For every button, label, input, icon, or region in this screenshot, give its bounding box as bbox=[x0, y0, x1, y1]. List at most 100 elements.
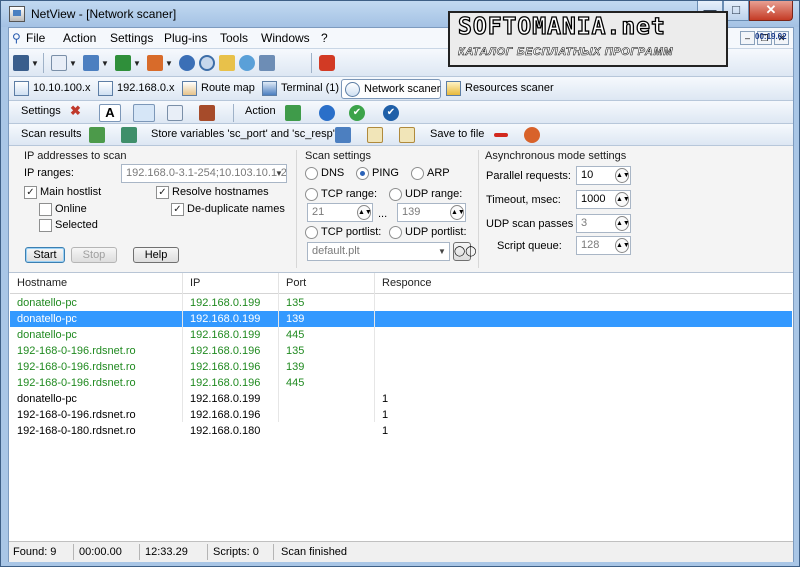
table-row[interactable]: 192-168-0-196.rdsnet.ro 192.168.0.196 135 bbox=[10, 343, 792, 359]
chevron-down-icon[interactable]: ▼ bbox=[272, 165, 286, 182]
tab-network-scaner[interactable]: Network scaner bbox=[341, 79, 441, 99]
spin-icon[interactable]: ▲▼ bbox=[615, 216, 630, 231]
tab-label: Terminal (1) bbox=[281, 82, 340, 94]
timeout-input[interactable]: 1000 ▲▼ bbox=[576, 190, 631, 209]
online-checkbox[interactable] bbox=[39, 203, 52, 216]
selected-checkbox[interactable] bbox=[39, 219, 52, 232]
ip-ranges-input[interactable]: 192.168.0-3.1-254;10.103.10.1-254 ▼ bbox=[121, 164, 287, 183]
mdi-minimize-button[interactable]: – bbox=[740, 31, 755, 45]
remove-icon[interactable] bbox=[494, 133, 508, 137]
table-row[interactable]: 192-168-0-180.rdsnet.ro 192.168.0.180 1 bbox=[10, 423, 792, 439]
arp-radio[interactable] bbox=[411, 167, 424, 180]
chevron-down-icon[interactable]: ▼ bbox=[435, 243, 449, 260]
chevron-down-icon[interactable]: ▼ bbox=[165, 59, 173, 68]
folder-icon[interactable] bbox=[219, 55, 235, 71]
cell-ip: 192.168.0.196 bbox=[190, 361, 261, 373]
spin-icon[interactable]: ▲▼ bbox=[450, 205, 465, 220]
menu-windows[interactable]: Windows bbox=[261, 31, 310, 45]
search-icon[interactable] bbox=[199, 55, 215, 71]
route-icon[interactable] bbox=[147, 55, 163, 71]
refresh-icon[interactable] bbox=[319, 105, 335, 121]
network-icon[interactable] bbox=[115, 55, 131, 71]
grid-icon[interactable] bbox=[133, 104, 155, 122]
tab-route-map[interactable]: Route map bbox=[179, 79, 255, 99]
list-icon[interactable] bbox=[259, 55, 275, 71]
client-area: ⚲ File Action Settings Plug-ins Tools Wi… bbox=[8, 27, 794, 562]
terminal-icon[interactable] bbox=[335, 127, 351, 143]
cell-hostname: 192-168-0-196.rdsnet.ro bbox=[17, 377, 136, 389]
menu-action[interactable]: Action bbox=[63, 31, 96, 45]
terminal-icon bbox=[262, 81, 277, 96]
column-ip[interactable]: IP bbox=[190, 277, 200, 289]
network-scan-icon[interactable] bbox=[285, 105, 301, 121]
menu-plugins[interactable]: Plug-ins bbox=[164, 31, 207, 45]
table-row[interactable]: 192-168-0-196.rdsnet.ro 192.168.0.196 1 bbox=[10, 407, 792, 423]
chevron-down-icon[interactable]: ▼ bbox=[101, 59, 109, 68]
table-row[interactable]: 192-168-0-196.rdsnet.ro 192.168.0.196 445 bbox=[10, 375, 792, 391]
udp-range-radio[interactable] bbox=[389, 188, 402, 201]
note-icon[interactable] bbox=[399, 127, 415, 143]
table-row[interactable]: 192-168-0-196.rdsnet.ro 192.168.0.196 139 bbox=[10, 359, 792, 375]
spin-icon[interactable]: ▲▼ bbox=[615, 168, 630, 183]
column-hostname[interactable]: Hostname bbox=[17, 277, 67, 289]
script-queue-input[interactable]: 128 ▲▼ bbox=[576, 236, 631, 255]
table-row[interactable]: donatello-pc 192.168.0.199 139 bbox=[10, 311, 792, 327]
udp-portlist-radio[interactable] bbox=[389, 226, 402, 239]
computer-icon[interactable] bbox=[13, 55, 29, 71]
network-icon[interactable] bbox=[121, 127, 137, 143]
column-divider bbox=[374, 294, 375, 422]
cell-port: 445 bbox=[286, 329, 305, 341]
portlist-select[interactable]: default.plt ▼ bbox=[307, 242, 450, 261]
udp-passes-input[interactable]: 3 ▲▼ bbox=[576, 214, 631, 233]
globe-icon[interactable] bbox=[179, 55, 195, 71]
tab-192-168-0-x[interactable]: 192.168.0.x bbox=[95, 79, 175, 99]
tools-icon[interactable] bbox=[199, 105, 215, 121]
resolve-hostnames-checkbox[interactable]: ✓ bbox=[156, 186, 169, 199]
ping-radio[interactable] bbox=[356, 167, 369, 180]
chevron-down-icon[interactable]: ▼ bbox=[133, 59, 141, 68]
checkmark-icon[interactable]: ✔ bbox=[349, 105, 365, 121]
dns-radio[interactable] bbox=[305, 167, 318, 180]
table-row[interactable]: donatello-pc 192.168.0.199 445 bbox=[10, 327, 792, 343]
menu-file[interactable]: File bbox=[26, 31, 45, 45]
spin-icon[interactable]: ▲▼ bbox=[615, 238, 630, 253]
document-icon[interactable] bbox=[51, 55, 67, 71]
browse-portlist-button[interactable]: ◯◯ bbox=[453, 242, 476, 261]
parallel-requests-input[interactable]: 10 ▲▼ bbox=[576, 166, 631, 185]
tab-resources-scaner[interactable]: Resources scaner bbox=[443, 79, 554, 99]
terminal-icon[interactable] bbox=[83, 55, 99, 71]
chevron-down-icon[interactable]: ▼ bbox=[31, 59, 39, 68]
tcp-range-radio[interactable] bbox=[305, 188, 318, 201]
start-button[interactable]: Start bbox=[25, 247, 65, 263]
export-icon[interactable] bbox=[89, 127, 105, 143]
table-row[interactable]: donatello-pc 192.168.0.199 1 bbox=[10, 391, 792, 407]
note-icon[interactable] bbox=[367, 127, 383, 143]
spin-icon[interactable]: ▲▼ bbox=[357, 205, 372, 220]
window-icon[interactable] bbox=[167, 105, 183, 121]
udp-range-input[interactable]: 139 ▲▼ bbox=[397, 203, 466, 222]
menu-help[interactable]: ? bbox=[321, 31, 328, 45]
power-icon[interactable] bbox=[319, 55, 335, 71]
close-button[interactable]: ✕ bbox=[749, 1, 793, 21]
tcp-range-input[interactable]: 21 ▲▼ bbox=[307, 203, 373, 222]
stop-icon[interactable] bbox=[524, 127, 540, 143]
tab-10-10-100-x[interactable]: 10.10.100.x bbox=[11, 79, 91, 99]
chat-icon[interactable] bbox=[239, 55, 255, 71]
menu-tools[interactable]: Tools bbox=[220, 31, 248, 45]
main-hostlist-label: Main hostlist bbox=[40, 186, 102, 198]
column-port[interactable]: Port bbox=[286, 277, 306, 289]
menu-settings[interactable]: Settings bbox=[110, 31, 153, 45]
chevron-down-icon[interactable]: ▼ bbox=[69, 59, 77, 68]
tab-terminal[interactable]: Terminal (1) bbox=[259, 79, 339, 99]
spin-icon[interactable]: ▲▼ bbox=[615, 192, 630, 207]
main-hostlist-checkbox[interactable]: ✓ bbox=[24, 186, 37, 199]
help-button[interactable]: Help bbox=[133, 247, 179, 263]
table-row[interactable]: donatello-pc 192.168.0.199 135 bbox=[10, 295, 792, 311]
apply-icon[interactable]: ✔ bbox=[383, 105, 399, 121]
stop-button[interactable]: Stop bbox=[71, 247, 117, 263]
tcp-portlist-radio[interactable] bbox=[305, 226, 318, 239]
clear-icon[interactable]: ✖ bbox=[70, 103, 81, 119]
font-icon[interactable]: A bbox=[99, 104, 121, 122]
deduplicate-names-checkbox[interactable]: ✓ bbox=[171, 203, 184, 216]
column-response[interactable]: Responce bbox=[382, 277, 432, 289]
